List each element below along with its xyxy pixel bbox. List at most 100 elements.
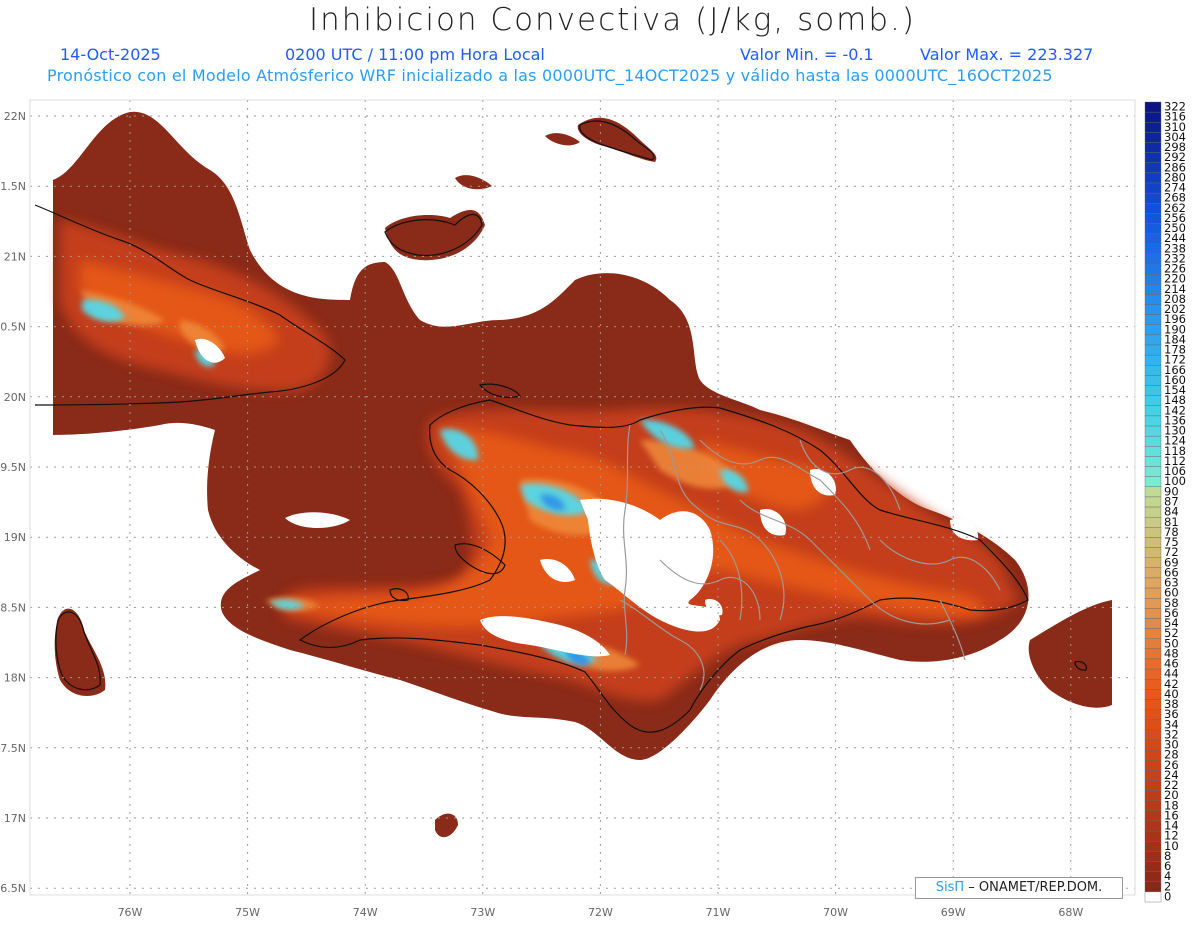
lat-label: 7.5N	[0, 742, 26, 755]
lon-label: 71W	[706, 906, 731, 919]
colorbar-swatch	[1144, 446, 1162, 457]
colorbar-swatch	[1144, 375, 1162, 386]
colorbar-swatch	[1144, 405, 1162, 417]
colorbar-swatch	[1144, 354, 1162, 366]
colorbar-swatch	[1144, 182, 1162, 194]
colorbar-swatch	[1144, 253, 1162, 265]
colorbar-swatch	[1144, 324, 1162, 336]
colorbar-swatch	[1144, 213, 1162, 224]
colorbar-swatch	[1144, 142, 1162, 153]
longitude-labels: 76W 75W 74W 73W 72W 71W 70W 69W 68W	[118, 906, 1084, 919]
colorbar-swatch	[1144, 709, 1162, 720]
colorbar-swatch	[1144, 395, 1162, 406]
colorbar-swatch	[1144, 608, 1162, 619]
colorbar-swatch	[1144, 770, 1162, 781]
colorbar-swatch	[1144, 101, 1162, 113]
sispi-brand: SisΠ	[935, 880, 965, 895]
colorbar-swatch	[1144, 567, 1162, 579]
lat-label: 0.5N	[0, 321, 26, 334]
colorbar-swatch	[1144, 516, 1162, 528]
colorbar-swatch	[1144, 841, 1162, 852]
lat-label: 21N	[4, 250, 26, 263]
colorbar-swatch	[1144, 587, 1162, 599]
colorbar-swatch	[1144, 466, 1162, 477]
colorbar-swatch	[1144, 749, 1162, 761]
colorbar-swatch	[1144, 780, 1162, 791]
lon-label: 72W	[588, 906, 613, 919]
colorbar-swatch	[1144, 557, 1162, 569]
colorbar-swatch	[1144, 618, 1162, 629]
lat-label: 18N	[4, 672, 26, 685]
colorbar-swatch	[1144, 851, 1162, 862]
colorbar-swatch	[1144, 800, 1162, 812]
colorbar-swatch	[1144, 810, 1162, 822]
colorbar-swatch	[1144, 699, 1162, 710]
colorbar-swatch	[1144, 638, 1162, 650]
colorbar-swatch	[1144, 334, 1162, 346]
colorbar-label: 0	[1164, 889, 1171, 903]
colorbar-swatch	[1144, 304, 1162, 315]
lon-label: 69W	[941, 906, 966, 919]
colorbar-swatch	[1144, 790, 1162, 801]
colorbar-swatch	[1144, 122, 1162, 133]
colorbar-swatch	[1144, 628, 1162, 639]
colorbar-swatch	[1144, 668, 1162, 680]
colorbar-swatch	[1144, 385, 1162, 396]
colorbar-swatch	[1144, 314, 1162, 325]
colorbar: 3223163103042982922862802742682622562502…	[1144, 100, 1186, 903]
colorbar-swatch	[1144, 577, 1162, 589]
colorbar-swatch	[1144, 294, 1162, 305]
colorbar-swatch	[1144, 861, 1162, 872]
colorbar-swatch	[1144, 871, 1162, 882]
colorbar-swatches	[1144, 101, 1162, 903]
colorbar-swatch	[1144, 598, 1162, 609]
colorbar-swatch	[1144, 739, 1162, 751]
colorbar-swatch	[1144, 881, 1162, 893]
colorbar-swatch	[1144, 111, 1162, 123]
colorbar-swatch	[1144, 891, 1162, 903]
colorbar-swatch	[1144, 273, 1162, 285]
colorbar-swatch	[1144, 223, 1162, 234]
colorbar-swatch	[1144, 435, 1162, 447]
colorbar-swatch	[1144, 192, 1162, 204]
colorbar-swatch	[1144, 719, 1162, 731]
colorbar-swatch	[1144, 476, 1162, 488]
colorbar-swatch	[1144, 425, 1162, 437]
colorbar-swatch	[1144, 648, 1162, 660]
lon-label: 74W	[353, 906, 378, 919]
colorbar-swatch	[1144, 486, 1162, 498]
latitude-labels: 22N 1.5N 21N 0.5N 20N 9.5N 19N 8.5N 18N 7.5N 17N 6.…	[0, 110, 26, 895]
colorbar-swatch	[1144, 263, 1162, 275]
lon-label: 75W	[235, 906, 260, 919]
lat-label: 1.5N	[0, 180, 26, 193]
colorbar-swatch	[1144, 527, 1162, 538]
colorbar-swatch	[1144, 162, 1162, 174]
colorbar-swatch	[1144, 243, 1162, 255]
colorbar-swatch	[1144, 537, 1162, 548]
colorbar-swatch	[1144, 344, 1162, 356]
colorbar-swatch	[1144, 172, 1162, 184]
onamet-logo: SisΠ – ONAMET/REP.DOM.	[915, 877, 1123, 899]
lat-label: 17N	[4, 812, 26, 825]
lat-label: 9.5N	[0, 461, 26, 474]
colorbar-swatch	[1144, 506, 1162, 518]
colorbar-swatch	[1144, 365, 1162, 376]
colorbar-swatch	[1144, 415, 1162, 427]
colorbar-swatch	[1144, 679, 1162, 690]
colorbar-swatch	[1144, 689, 1162, 700]
colorbar-swatch	[1144, 132, 1162, 143]
colorbar-swatch	[1144, 729, 1162, 741]
colorbar-swatch	[1144, 496, 1162, 508]
colorbar-swatch	[1144, 152, 1162, 163]
lat-label: 22N	[4, 110, 26, 123]
colorbar-swatch	[1144, 658, 1162, 670]
lat-label: 8.5N	[0, 601, 26, 614]
colorbar-swatch	[1144, 760, 1162, 771]
map-plot: 22N 1.5N 21N 0.5N 20N 9.5N 19N 8.5N 18N 7.5N 17N 6.…	[0, 99, 1136, 919]
colorbar-swatch	[1144, 830, 1162, 842]
lon-label: 70W	[823, 906, 848, 919]
colorbar-swatch	[1144, 547, 1162, 558]
lat-label: 6.5N	[0, 882, 26, 895]
lat-label: 19N	[4, 531, 26, 544]
lon-label: 73W	[470, 906, 495, 919]
